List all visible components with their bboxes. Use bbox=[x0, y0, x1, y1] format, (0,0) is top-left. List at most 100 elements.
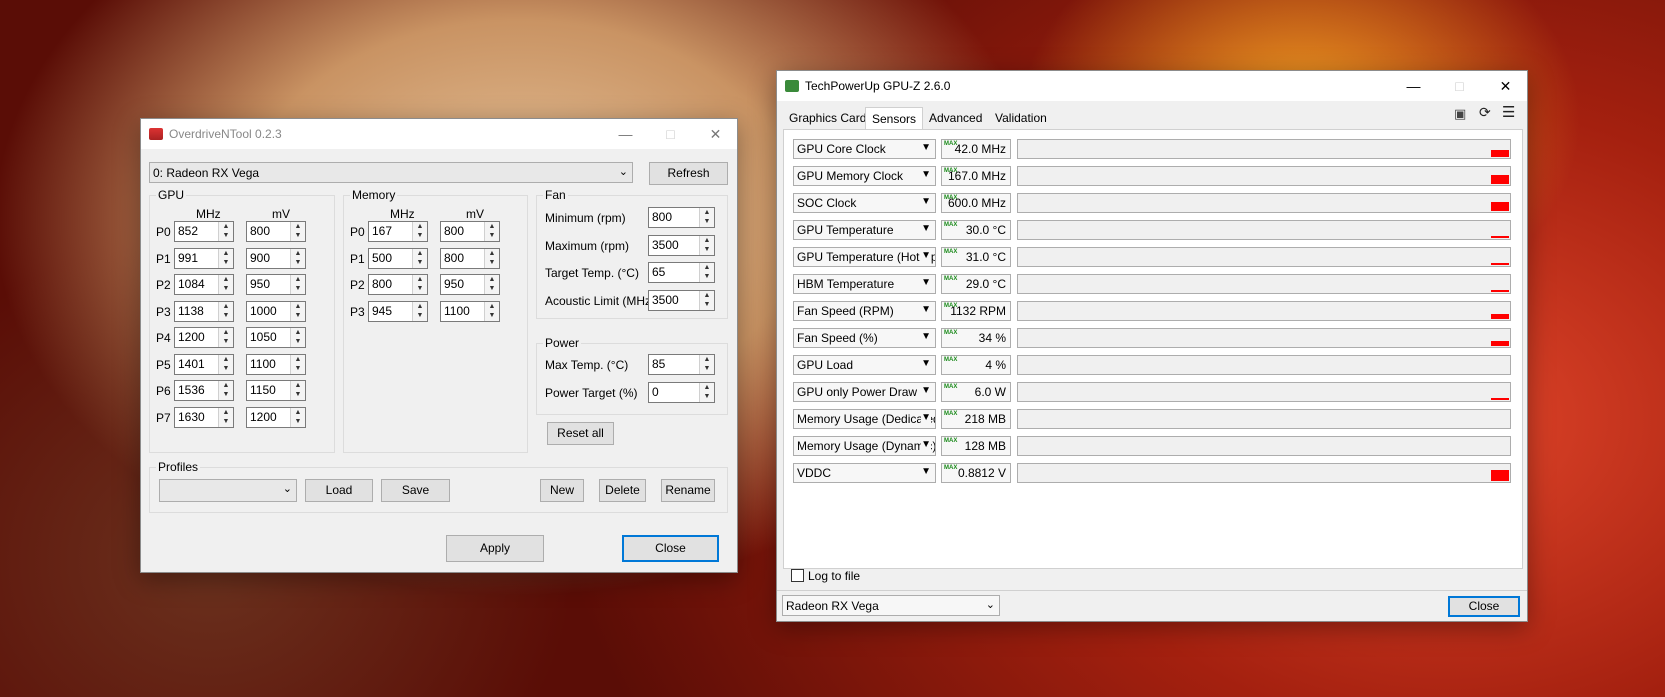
spin-arrows-icon[interactable]: ▲ ▼ bbox=[218, 248, 233, 268]
load-button[interactable]: Load bbox=[305, 479, 373, 502]
mem-state-mhz[interactable]: 500 ▲ ▼ bbox=[368, 247, 428, 269]
spin-arrows-icon[interactable]: ▲ ▼ bbox=[290, 248, 305, 268]
spin-arrows-icon[interactable]: ▲ ▼ bbox=[290, 301, 305, 321]
gpu-state-mv[interactable]: 1100 ▲ ▼ bbox=[246, 353, 306, 375]
sensor-name[interactable]: VDDC ▼ bbox=[793, 463, 936, 483]
refresh-button[interactable]: Refresh bbox=[649, 162, 728, 185]
close-icon[interactable]: ✕ bbox=[1483, 71, 1528, 101]
spin-arrows-icon[interactable]: ▲ ▼ bbox=[699, 290, 714, 310]
spin-arrows-icon[interactable]: ▲ ▼ bbox=[412, 248, 427, 268]
spin-arrows-icon[interactable]: ▲ ▼ bbox=[218, 328, 233, 347]
spin-arrows-icon[interactable]: ▲ ▼ bbox=[699, 235, 714, 255]
gpu-state-mv[interactable]: 1050 ▲ ▼ bbox=[246, 327, 306, 348]
spin-arrows-icon[interactable]: ▲ ▼ bbox=[484, 222, 499, 241]
sensor-name[interactable]: Fan Speed (RPM) ▼ bbox=[793, 301, 936, 321]
sensor-name[interactable]: Memory Usage (Dynamic) ▼ bbox=[793, 436, 936, 456]
tab-advanced[interactable]: Advanced bbox=[923, 107, 988, 129]
spin-arrows-icon[interactable]: ▲ ▼ bbox=[412, 222, 427, 241]
spin-arrows-icon[interactable]: ▲ ▼ bbox=[412, 275, 427, 294]
new-profile-button[interactable]: New bbox=[540, 479, 584, 502]
spin-arrows-icon[interactable]: ▲ ▼ bbox=[484, 275, 499, 294]
minimize-icon[interactable]: — bbox=[603, 119, 648, 149]
spin-arrows-icon[interactable]: ▲ ▼ bbox=[290, 407, 305, 427]
spin-arrows-icon[interactable]: ▲ ▼ bbox=[218, 407, 233, 427]
spin-arrows-icon[interactable]: ▲ ▼ bbox=[699, 382, 714, 402]
gpu-state-mv[interactable]: 1200 ▲ ▼ bbox=[246, 406, 306, 428]
fan-setting-input[interactable]: 3500 ▲ ▼ bbox=[648, 234, 715, 256]
close-icon[interactable]: ✕ bbox=[693, 119, 738, 149]
spin-arrows-icon[interactable]: ▲ ▼ bbox=[218, 275, 233, 294]
spin-arrows-icon[interactable]: ▲ ▼ bbox=[290, 381, 305, 400]
fan-setting-input[interactable]: 65 ▲ ▼ bbox=[648, 262, 715, 283]
reset-all-button[interactable]: Reset all bbox=[547, 422, 614, 445]
mem-state-mv[interactable]: 800 ▲ ▼ bbox=[440, 247, 500, 269]
mem-state-mv[interactable]: 1100 ▲ ▼ bbox=[440, 300, 500, 322]
spin-arrows-icon[interactable]: ▲ ▼ bbox=[290, 275, 305, 294]
gpu-state-mhz[interactable]: 1084 ▲ ▼ bbox=[174, 274, 234, 295]
tab-sensors[interactable]: Sensors bbox=[865, 107, 924, 131]
spin-arrows-icon[interactable]: ▲ ▼ bbox=[218, 301, 233, 321]
spin-arrows-icon[interactable]: ▲ ▼ bbox=[218, 381, 233, 400]
spin-arrows-icon[interactable]: ▲ ▼ bbox=[412, 301, 427, 321]
gpu-state-mhz[interactable]: 1630 ▲ ▼ bbox=[174, 406, 234, 428]
tab-validation[interactable]: Validation bbox=[989, 107, 1053, 129]
fan-setting-input[interactable]: 3500 ▲ ▼ bbox=[648, 289, 715, 311]
mem-state-mhz[interactable]: 167 ▲ ▼ bbox=[368, 221, 428, 242]
log-to-file-checkbox[interactable] bbox=[791, 569, 804, 582]
gpu-state-mv[interactable]: 950 ▲ ▼ bbox=[246, 274, 306, 295]
mem-state-mhz[interactable]: 800 ▲ ▼ bbox=[368, 274, 428, 295]
gpuz-close-button[interactable]: Close bbox=[1448, 596, 1520, 617]
sensor-name[interactable]: SOC Clock ▼ bbox=[793, 193, 936, 213]
maximize-icon[interactable]: □ bbox=[648, 119, 693, 149]
sensor-name[interactable]: GPU Temperature ▼ bbox=[793, 220, 936, 240]
camera-icon[interactable]: ▣ bbox=[1454, 106, 1466, 122]
delete-profile-button[interactable]: Delete bbox=[599, 479, 646, 502]
spin-arrows-icon[interactable]: ▲ ▼ bbox=[290, 354, 305, 374]
close-button[interactable]: Close bbox=[622, 535, 719, 562]
sensor-name[interactable]: GPU Memory Clock ▼ bbox=[793, 166, 936, 186]
spin-arrows-icon[interactable]: ▲ ▼ bbox=[290, 328, 305, 347]
sensor-name[interactable]: HBM Temperature ▼ bbox=[793, 274, 936, 294]
minimize-icon[interactable]: — bbox=[1391, 71, 1436, 101]
maximize-icon[interactable]: □ bbox=[1437, 71, 1482, 101]
tab-graphics-card[interactable]: Graphics Card bbox=[783, 107, 872, 129]
gpu-state-mhz[interactable]: 1401 ▲ ▼ bbox=[174, 353, 234, 375]
power-setting-input[interactable]: 85 ▲ ▼ bbox=[648, 354, 715, 375]
mem-state-mv[interactable]: 950 ▲ ▼ bbox=[440, 274, 500, 295]
rename-profile-button[interactable]: Rename bbox=[661, 479, 715, 502]
sensor-name[interactable]: GPU only Power Draw ▼ bbox=[793, 382, 936, 402]
gpu-state-mv[interactable]: 900 ▲ ▼ bbox=[246, 247, 306, 269]
apply-button[interactable]: Apply bbox=[446, 535, 544, 562]
gpu-state-mhz[interactable]: 1536 ▲ ▼ bbox=[174, 380, 234, 401]
device-select[interactable]: 0: Radeon RX Vega ⌄ bbox=[149, 162, 633, 183]
spin-arrows-icon[interactable]: ▲ ▼ bbox=[218, 222, 233, 241]
fan-setting-input[interactable]: 800 ▲ ▼ bbox=[648, 207, 715, 228]
sensor-name[interactable]: Memory Usage (Dedicated) ▼ bbox=[793, 409, 936, 429]
sensor-name[interactable]: Fan Speed (%) ▼ bbox=[793, 328, 936, 348]
sensor-name[interactable]: GPU Temperature (Hot Spot)▼ bbox=[793, 247, 936, 267]
profile-select[interactable]: ⌄ bbox=[159, 479, 297, 502]
spin-arrows-icon[interactable]: ▲ ▼ bbox=[484, 301, 499, 321]
spin-arrows-icon[interactable]: ▲ ▼ bbox=[699, 355, 714, 374]
sensor-name[interactable]: GPU Core Clock ▼ bbox=[793, 139, 936, 159]
gpu-state-mhz[interactable]: 991 ▲ ▼ bbox=[174, 247, 234, 269]
spin-arrows-icon[interactable]: ▲ ▼ bbox=[699, 208, 714, 227]
save-button[interactable]: Save bbox=[381, 479, 450, 502]
mem-state-mhz[interactable]: 945 ▲ ▼ bbox=[368, 300, 428, 322]
spin-arrows-icon[interactable]: ▲ ▼ bbox=[484, 248, 499, 268]
spin-arrows-icon[interactable]: ▲ ▼ bbox=[218, 354, 233, 374]
gpu-state-mhz[interactable]: 1200 ▲ ▼ bbox=[174, 327, 234, 348]
gpu-state-mhz[interactable]: 852 ▲ ▼ bbox=[174, 221, 234, 242]
mem-state-mv[interactable]: 800 ▲ ▼ bbox=[440, 221, 500, 242]
gpuz-device-select[interactable]: Radeon RX Vega ⌄ bbox=[782, 595, 1000, 616]
gpu-state-mv[interactable]: 1000 ▲ ▼ bbox=[246, 300, 306, 322]
spin-arrows-icon[interactable]: ▲ ▼ bbox=[699, 263, 714, 282]
refresh-icon[interactable]: ⟳ bbox=[1479, 104, 1491, 121]
gpu-state-mhz[interactable]: 1138 ▲ ▼ bbox=[174, 300, 234, 322]
sensor-name[interactable]: GPU Load ▼ bbox=[793, 355, 936, 375]
power-setting-input[interactable]: 0 ▲ ▼ bbox=[648, 381, 715, 403]
gpu-state-mv[interactable]: 800 ▲ ▼ bbox=[246, 221, 306, 242]
gpu-state-mv[interactable]: 1150 ▲ ▼ bbox=[246, 380, 306, 401]
menu-icon[interactable]: ☰ bbox=[1502, 103, 1515, 121]
spin-arrows-icon[interactable]: ▲ ▼ bbox=[290, 222, 305, 241]
